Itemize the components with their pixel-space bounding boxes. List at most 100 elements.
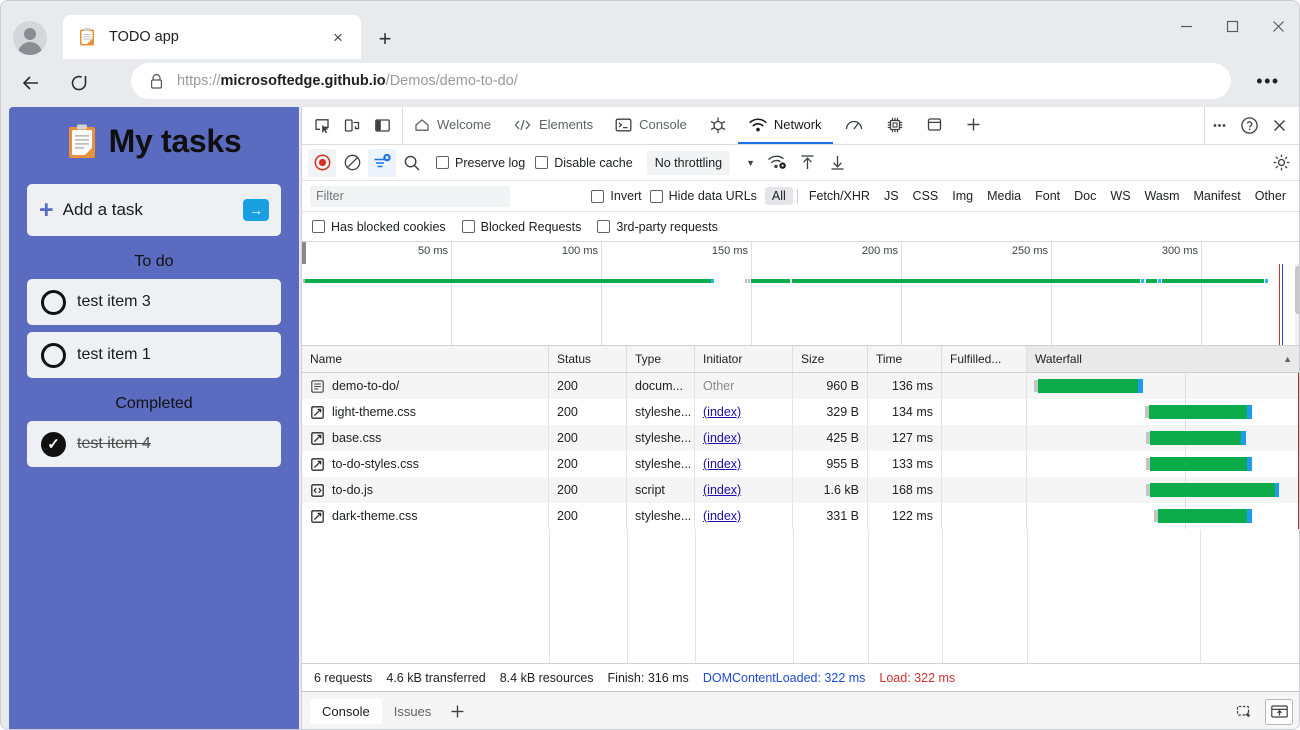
devtools-tab-application[interactable]: [915, 107, 954, 144]
browser-settings-button[interactable]: •••: [1253, 67, 1283, 95]
new-tab-button[interactable]: +: [371, 25, 399, 53]
cell-waterfall[interactable]: [1027, 373, 1300, 399]
todo-list-item-completed[interactable]: ✓ test item 4: [27, 421, 281, 467]
column-header-status[interactable]: Status: [549, 346, 627, 372]
cell-initiator[interactable]: (index): [695, 451, 793, 477]
dock-bottom-icon[interactable]: [1265, 699, 1293, 725]
browser-tab-todo-app[interactable]: TODO app ×: [63, 15, 361, 59]
dock-side-icon[interactable]: [368, 112, 396, 140]
cell-waterfall[interactable]: [1027, 399, 1300, 425]
address-bar[interactable]: https://microsoftedge.github.io/Demos/de…: [131, 63, 1231, 99]
inspect-element-icon[interactable]: [308, 112, 336, 140]
more-options-icon[interactable]: [1205, 112, 1233, 140]
cell-name[interactable]: to-do.js: [302, 477, 549, 503]
type-filter-manifest[interactable]: Manifest: [1186, 187, 1247, 205]
devtools-tab-elements[interactable]: Elements: [502, 107, 604, 144]
profile-avatar[interactable]: [13, 21, 47, 55]
cell-initiator[interactable]: (index): [695, 477, 793, 503]
initiator-link[interactable]: (index): [703, 509, 741, 523]
cell-waterfall[interactable]: [1027, 451, 1300, 477]
column-header-fulfilled[interactable]: Fulfilled...: [942, 346, 1027, 372]
device-toolbar-icon[interactable]: [338, 112, 366, 140]
cell-name[interactable]: to-do-styles.css: [302, 451, 549, 477]
clear-button[interactable]: [338, 149, 366, 177]
initiator-link[interactable]: (index): [703, 457, 741, 471]
checkbox-box[interactable]: [462, 220, 475, 233]
todo-checkbox-icon[interactable]: [41, 343, 66, 368]
table-row[interactable]: base.css 200 styleshe... (index) 425 B 1…: [302, 425, 1300, 451]
network-overview-timeline[interactable]: 50 ms 100 ms 150 ms 200 ms 250 ms 300 ms: [302, 242, 1300, 346]
drawer-add-tab-button[interactable]: [443, 699, 471, 725]
type-filter-all[interactable]: All: [765, 187, 793, 205]
drawer-tab-console[interactable]: Console: [310, 699, 382, 724]
type-filter-other[interactable]: Other: [1248, 187, 1293, 205]
overview-scrollbar-thumb[interactable]: [1295, 266, 1300, 314]
cell-waterfall[interactable]: [1027, 425, 1300, 451]
tab-close-icon[interactable]: ×: [325, 24, 351, 50]
type-filter-doc[interactable]: Doc: [1067, 187, 1103, 205]
devtools-tab-welcome[interactable]: Welcome: [403, 107, 502, 144]
type-filter-font[interactable]: Font: [1028, 187, 1067, 205]
checkbox-box[interactable]: [597, 220, 610, 233]
initiator-link[interactable]: (index): [703, 405, 741, 419]
type-filter-js[interactable]: JS: [877, 187, 906, 205]
todo-list-item[interactable]: test item 1: [27, 332, 281, 378]
type-filter-ws[interactable]: WS: [1103, 187, 1137, 205]
window-close-button[interactable]: [1255, 2, 1300, 50]
blocked-requests-checkbox[interactable]: Blocked Requests: [462, 220, 582, 234]
checkbox-box[interactable]: [591, 190, 604, 203]
devtools-tab-network[interactable]: Network: [738, 107, 833, 144]
filter-input[interactable]: [310, 186, 510, 207]
screenshot-icon[interactable]: [1231, 699, 1259, 725]
column-header-initiator[interactable]: Initiator: [695, 346, 793, 372]
has-blocked-cookies-checkbox[interactable]: Has blocked cookies: [312, 220, 446, 234]
initiator-link[interactable]: (index): [703, 431, 741, 445]
cell-initiator[interactable]: (index): [695, 425, 793, 451]
todo-checkbox-icon[interactable]: [41, 290, 66, 315]
disable-cache-checkbox[interactable]: Disable cache: [535, 156, 633, 170]
invert-checkbox[interactable]: Invert: [591, 189, 641, 203]
checkbox-box[interactable]: [535, 156, 548, 169]
cell-name[interactable]: base.css: [302, 425, 549, 451]
back-button-icon[interactable]: [13, 65, 49, 101]
cell-name[interactable]: light-theme.css: [302, 399, 549, 425]
devtools-more-tabs-button[interactable]: [954, 107, 993, 144]
window-maximize-button[interactable]: [1209, 2, 1255, 50]
filter-button[interactable]: [368, 149, 396, 177]
table-row[interactable]: to-do.js 200 script (index) 1.6 kB 168 m…: [302, 477, 1300, 503]
type-filter-fetch-xhr[interactable]: Fetch/XHR: [802, 187, 877, 205]
add-task-submit-icon[interactable]: →: [243, 199, 269, 221]
close-devtools-icon[interactable]: [1265, 112, 1293, 140]
initiator-link[interactable]: (index): [703, 483, 741, 497]
third-party-requests-checkbox[interactable]: 3rd-party requests: [597, 220, 717, 234]
help-icon[interactable]: [1235, 112, 1263, 140]
search-button[interactable]: [398, 149, 426, 177]
column-header-waterfall[interactable]: Waterfall ▲: [1027, 346, 1300, 372]
cell-name[interactable]: dark-theme.css: [302, 503, 549, 529]
type-filter-media[interactable]: Media: [980, 187, 1028, 205]
drawer-tab-issues[interactable]: Issues: [382, 699, 444, 724]
type-filter-css[interactable]: CSS: [906, 187, 946, 205]
add-task-input[interactable]: + Add a task →: [27, 184, 281, 236]
window-minimize-button[interactable]: [1163, 2, 1209, 50]
devtools-tab-console[interactable]: Console: [604, 107, 698, 144]
column-header-name[interactable]: Name: [302, 346, 549, 372]
column-header-time[interactable]: Time: [868, 346, 942, 372]
record-button[interactable]: [308, 149, 336, 177]
devtools-tab-performance[interactable]: [833, 107, 875, 144]
devtools-tab-memory[interactable]: [875, 107, 915, 144]
type-filter-wasm[interactable]: Wasm: [1138, 187, 1187, 205]
checkbox-box[interactable]: [436, 156, 449, 169]
todo-list-item[interactable]: test item 3: [27, 279, 281, 325]
throttling-dropdown[interactable]: No throttling: [647, 151, 730, 175]
chevron-down-icon[interactable]: ▼: [746, 158, 755, 168]
type-filter-img[interactable]: Img: [945, 187, 980, 205]
table-row[interactable]: dark-theme.css 200 styleshe... (index) 3…: [302, 503, 1300, 529]
import-har-icon[interactable]: [793, 149, 821, 177]
overview-left-grip[interactable]: [302, 242, 306, 264]
network-conditions-icon[interactable]: [763, 149, 791, 177]
cell-initiator[interactable]: (index): [695, 503, 793, 529]
table-row[interactable]: light-theme.css 200 styleshe... (index) …: [302, 399, 1300, 425]
hide-data-urls-checkbox[interactable]: Hide data URLs: [650, 189, 757, 203]
cell-waterfall[interactable]: [1027, 503, 1300, 529]
